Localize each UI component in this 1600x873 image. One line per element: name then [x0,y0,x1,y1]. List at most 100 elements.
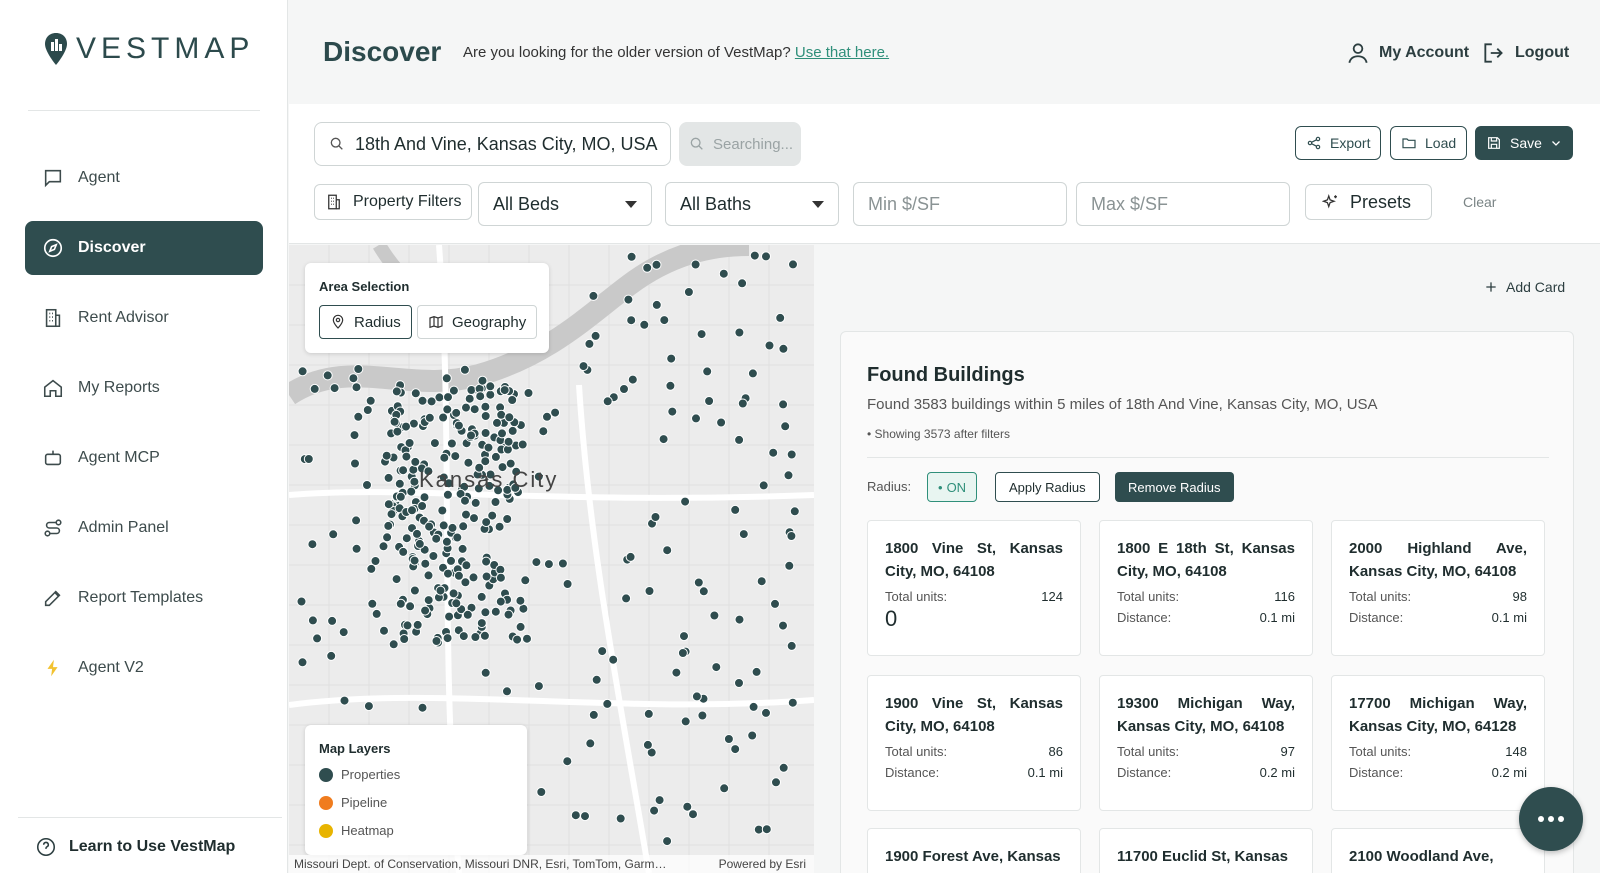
property-marker[interactable] [475,391,486,402]
property-marker[interactable] [737,278,748,289]
property-marker[interactable] [786,449,797,460]
sidebar-item-discover[interactable]: Discover [25,221,263,275]
property-marker[interactable] [761,251,771,262]
property-marker[interactable] [788,259,798,270]
property-marker[interactable] [362,405,373,415]
property-marker[interactable] [383,472,394,483]
property-marker[interactable] [426,396,437,407]
property-marker[interactable] [443,568,453,579]
export-button[interactable]: Export [1295,126,1382,160]
property-marker[interactable] [441,536,452,547]
property-marker[interactable] [399,634,410,644]
property-marker[interactable] [562,579,573,589]
property-marker[interactable] [734,434,745,445]
property-marker[interactable] [588,709,599,720]
property-marker[interactable] [460,495,470,506]
property-marker[interactable] [644,586,655,596]
property-marker[interactable] [391,386,402,397]
property-marker[interactable] [775,312,786,323]
property-marker[interactable] [639,319,650,330]
property-marker[interactable] [737,398,748,409]
property-marker[interactable] [738,529,749,540]
property-marker[interactable] [328,529,339,540]
property-marker[interactable] [783,470,794,481]
property-marker[interactable] [787,697,798,708]
property-marker[interactable] [451,598,462,609]
property-marker[interactable] [470,632,481,642]
property-marker[interactable] [462,609,473,620]
property-marker[interactable] [459,364,470,375]
property-marker[interactable] [362,480,372,490]
property-marker[interactable] [322,370,333,381]
property-marker[interactable] [480,667,491,678]
property-marker[interactable] [414,538,425,549]
property-marker[interactable] [749,250,760,261]
beds-select[interactable]: All Beds [478,182,652,226]
property-marker[interactable] [401,533,412,544]
property-marker[interactable] [503,436,514,447]
property-marker[interactable] [698,586,709,597]
radius-on-toggle[interactable]: • ON [927,472,978,502]
property-marker[interactable] [651,259,662,270]
property-marker[interactable] [643,708,654,719]
property-marker[interactable] [464,393,475,404]
property-marker[interactable] [619,384,629,394]
sidebar-item-admin-panel[interactable]: Admin Panel [25,501,263,555]
property-marker[interactable] [296,596,307,607]
property-marker[interactable] [562,756,573,767]
property-marker[interactable] [734,327,745,338]
property-marker[interactable] [490,606,501,617]
property-marker[interactable] [477,375,488,386]
property-marker[interactable] [476,618,487,629]
property-marker[interactable] [388,639,399,650]
property-marker[interactable] [778,762,789,773]
property-marker[interactable] [367,598,378,609]
property-marker[interactable] [780,421,791,432]
property-marker[interactable] [469,404,480,415]
layer-heatmap[interactable]: Heatmap [319,823,394,838]
building-card[interactable]: 1900 Forest Ave, Kansas [867,828,1081,873]
property-marker[interactable] [764,340,775,351]
clear-button[interactable]: Clear [1463,194,1496,210]
property-filters-button[interactable]: Property Filters [314,184,473,220]
property-marker[interactable] [438,520,449,531]
property-marker[interactable] [446,555,456,566]
property-marker[interactable] [662,545,673,556]
property-marker[interactable] [677,648,688,658]
property-marker[interactable] [429,438,440,449]
property-marker[interactable] [401,451,412,462]
property-marker[interactable] [469,513,479,524]
property-marker[interactable] [461,560,472,571]
property-marker[interactable] [623,294,634,305]
property-marker[interactable] [696,329,707,340]
property-marker[interactable] [382,532,393,543]
property-marker[interactable] [401,421,411,432]
property-marker[interactable] [389,416,400,427]
property-marker[interactable] [297,366,308,377]
property-marker[interactable] [381,450,392,461]
property-marker[interactable] [395,598,406,609]
older-version-link[interactable]: Use that here. [795,44,889,61]
property-marker[interactable] [447,522,458,533]
property-marker[interactable] [402,620,413,631]
property-marker[interactable] [533,681,544,692]
property-marker[interactable] [405,601,416,612]
property-marker[interactable] [483,442,494,453]
my-account-button[interactable]: My Account [1345,40,1469,66]
property-marker[interactable] [502,514,513,524]
property-marker[interactable] [458,631,469,642]
property-marker[interactable] [626,315,637,326]
property-marker[interactable] [450,451,461,462]
property-marker[interactable] [730,744,741,755]
property-marker[interactable] [481,556,492,567]
property-marker[interactable] [386,509,397,520]
property-marker[interactable] [688,809,698,820]
property-marker[interactable] [349,430,360,441]
property-marker[interactable] [406,486,417,497]
property-marker[interactable] [665,380,676,391]
logout-button[interactable]: Logout [1481,40,1569,66]
property-marker[interactable] [485,381,496,392]
property-marker[interactable] [431,636,442,646]
property-marker[interactable] [410,456,421,467]
property-marker[interactable] [659,315,670,326]
